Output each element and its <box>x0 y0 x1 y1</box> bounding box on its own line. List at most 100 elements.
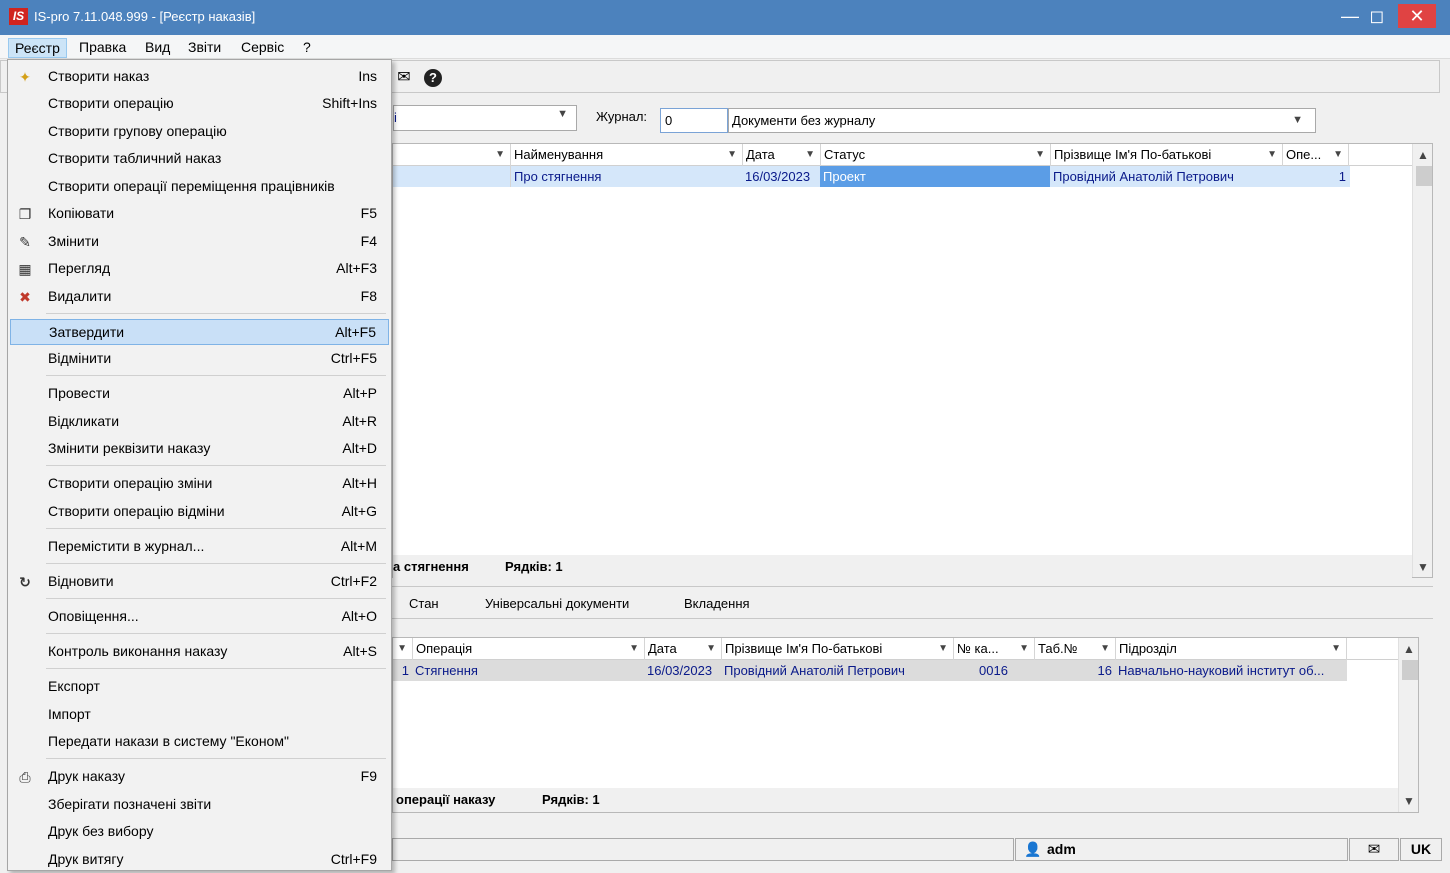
journal-code-input[interactable]: 0 <box>660 108 728 133</box>
menu-item-change-details[interactable]: Змінити реквізити наказу Alt+D <box>10 436 389 462</box>
menu-help[interactable]: ? <box>297 38 317 58</box>
chevron-down-icon[interactable]: ▼ <box>1292 114 1303 126</box>
menu-item-approve[interactable]: Затвердити Alt+F5 <box>10 319 389 345</box>
status-user: 👤 adm <box>1015 838 1348 861</box>
col-ops[interactable]: Опе... ▼ <box>1282 144 1349 166</box>
col-operation[interactable]: Операція ▼ <box>412 638 644 660</box>
menu-item-cancel[interactable]: Відмінити Ctrl+F5 <box>10 346 389 372</box>
tab-universal-documents[interactable]: Універсальні документи <box>485 596 629 611</box>
cell-status: Проект <box>820 166 1050 187</box>
col-person[interactable]: Прізвище Ім'я По-батькові ▼ <box>721 638 953 660</box>
menu-item-execution-control[interactable]: Контроль виконання наказу Alt+S <box>10 639 389 665</box>
scroll-thumb[interactable] <box>1402 660 1418 680</box>
help-icon[interactable]: ? <box>424 69 442 87</box>
scroll-up-icon[interactable]: ▲ <box>1413 148 1433 162</box>
menu-item-edit[interactable]: ✎ Змінити F4 <box>10 229 389 255</box>
col-tab-no[interactable]: Таб.№ ▼ <box>1034 638 1115 660</box>
journal-name-value: Документи без журналу <box>732 113 876 128</box>
language-indicator[interactable]: UK <box>1400 838 1442 861</box>
col-person[interactable]: Прізвище Ім'я По-батькові ▼ <box>1050 144 1282 166</box>
orders-grid-header: ▼ Найменування ▼ Дата ▼ Статус ▼ Прізвище І… <box>393 144 1412 166</box>
tab-attachments[interactable]: Вкладення <box>684 596 750 611</box>
status-cell <box>392 838 1014 861</box>
col-date[interactable]: Дата ▼ <box>742 144 820 166</box>
menu-item-save-marked-reports[interactable]: Зберігати позначені звіти <box>10 792 389 818</box>
menu-item-create-order[interactable]: ✦ Створити наказ Ins <box>10 64 389 90</box>
delete-icon: ✖ <box>19 289 31 305</box>
filter-combo[interactable]: і ▼ <box>393 105 577 131</box>
operations-grid: ▼ Операція ▼ Дата ▼ Прізвище Ім'я По-батьк… <box>392 637 1419 813</box>
col-date[interactable]: Дата ▼ <box>644 638 721 660</box>
orders-grid-footer: а стягнення Рядків: 1 <box>393 555 1412 579</box>
menu-edit[interactable]: Правка <box>73 38 132 58</box>
cell-date: 16/03/2023 <box>745 169 811 184</box>
table-row[interactable]: 1 Стягнення 16/03/2023 Провідний Анатолі… <box>393 660 1347 681</box>
menu-item-create-change-operation[interactable]: Створити операцію зміни Alt+H <box>10 471 389 497</box>
menu-item-import[interactable]: Імпорт <box>10 702 389 728</box>
col-department[interactable]: Підрозділ ▼ <box>1115 638 1347 660</box>
scroll-down-icon[interactable]: ▼ <box>1413 560 1433 574</box>
mail-icon[interactable]: ✉ <box>1349 838 1399 861</box>
journal-label: Журнал: <box>596 109 648 124</box>
new-order-icon: ✦ <box>19 69 31 85</box>
menu-view[interactable]: Вид <box>139 38 176 58</box>
copy-icon: ❐ <box>18 206 32 222</box>
menu-item-move-to-journal[interactable]: Перемістити в журнал... Alt+M <box>10 534 389 560</box>
cell-name: Про стягнення <box>510 166 742 187</box>
menu-item-print-order[interactable]: ⎙ Друк наказу F9 <box>10 764 389 790</box>
user-name: adm <box>1047 841 1076 857</box>
scroll-down-icon[interactable]: ▼ <box>1399 794 1419 808</box>
cell-person: Провідний Анатолій Петрович <box>1053 169 1234 184</box>
user-icon: 👤 <box>1024 841 1042 857</box>
journal-name-combo[interactable]: Документи без журналу ▼ <box>728 108 1316 133</box>
close-button[interactable]: ✕ <box>1398 4 1436 28</box>
menu-item-post[interactable]: Провести Alt+P <box>10 381 389 407</box>
menu-item-create-group-operation[interactable]: Створити групову операцію <box>10 119 389 145</box>
menu-item-copy[interactable]: ❐ Копіювати F5 <box>10 201 389 227</box>
menu-separator <box>46 563 386 564</box>
menu-item-notifications[interactable]: Оповіщення... Alt+O <box>10 604 389 630</box>
menu-separator <box>46 375 386 376</box>
orders-grid: ▼ Найменування ▼ Дата ▼ Статус ▼ Прізвище І… <box>392 143 1433 579</box>
table-row[interactable]: Про стягнення 16/03/2023 Проект Провідни… <box>393 166 1350 187</box>
col-name[interactable]: Найменування ▼ <box>510 144 742 166</box>
menu-bar: Реєстр Правка Вид Звіти Сервіс ? <box>0 35 1450 59</box>
menu-separator <box>46 758 386 759</box>
cell-card-no: 0016 <box>979 663 1008 678</box>
menu-item-export[interactable]: Експорт <box>10 674 389 700</box>
tab-state[interactable]: Стан <box>409 596 439 611</box>
menu-service[interactable]: Сервіс <box>235 38 290 58</box>
menu-item-revoke[interactable]: Відкликати Alt+R <box>10 409 389 435</box>
refresh-icon: ↻ <box>19 574 31 590</box>
footer-title: операції наказу <box>396 792 496 807</box>
operations-grid-footer: операції наказу Рядків: 1 <box>393 788 1398 812</box>
menu-item-print-extract[interactable]: Друк витягу Ctrl+F9 <box>10 847 389 873</box>
scroll-thumb[interactable] <box>1416 166 1432 186</box>
app-logo: IS <box>9 8 28 25</box>
chevron-down-icon[interactable]: ▼ <box>557 108 568 120</box>
col-num[interactable]: ▼ <box>393 638 412 660</box>
col-status[interactable]: Статус ▼ <box>820 144 1050 166</box>
menu-item-view[interactable]: ▦ Перегляд Alt+F3 <box>10 256 389 282</box>
menu-registry[interactable]: Реєстр <box>8 38 67 58</box>
col-filter[interactable]: ▼ <box>393 144 510 166</box>
menu-item-refresh[interactable]: ↻ Відновити Ctrl+F2 <box>10 569 389 595</box>
mail-icon[interactable]: ✉ <box>394 69 414 87</box>
menu-item-create-cancel-operation[interactable]: Створити операцію відміни Alt+G <box>10 499 389 525</box>
vertical-scrollbar[interactable]: ▲ ▼ <box>1412 144 1432 577</box>
filter-combo-value: і <box>394 110 397 125</box>
menu-item-delete[interactable]: ✖ Видалити F8 <box>10 284 389 310</box>
maximize-button[interactable]: ◻ <box>1360 3 1394 29</box>
cell-date: 16/03/2023 <box>647 663 713 678</box>
menu-item-create-table-order[interactable]: Створити табличний наказ <box>10 146 389 172</box>
menu-item-transfer-to-econom[interactable]: Передати накази в систему "Економ" <box>10 729 389 755</box>
menu-item-create-transfer-operations[interactable]: Створити операції переміщення працівникі… <box>10 174 389 200</box>
menu-item-create-operation[interactable]: Створити операцію Shift+Ins <box>10 91 389 117</box>
edit-icon: ✎ <box>19 234 31 250</box>
scroll-up-icon[interactable]: ▲ <box>1399 642 1419 656</box>
vertical-scrollbar[interactable]: ▲ ▼ <box>1398 638 1418 812</box>
menu-reports[interactable]: Звіти <box>182 38 227 58</box>
tabs-divider <box>392 618 1433 619</box>
menu-item-print-without-selection[interactable]: Друк без вибору <box>10 819 389 845</box>
col-card-no[interactable]: № ка... ▼ <box>953 638 1034 660</box>
